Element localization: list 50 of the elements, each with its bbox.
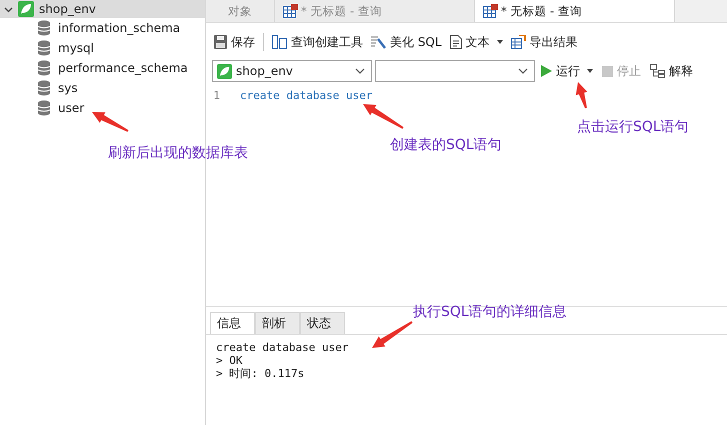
export-table-icon bbox=[510, 35, 526, 49]
annotation-text: 执行SQL语句的详细信息 bbox=[413, 303, 567, 321]
annotation-text: 点击运行SQL语句 bbox=[577, 118, 689, 136]
sql-code: create database user bbox=[240, 88, 372, 102]
document-icon bbox=[450, 35, 462, 49]
message-line: > OK bbox=[216, 354, 244, 367]
database-icon bbox=[37, 40, 51, 56]
toolbar-button[interactable]: 美化 SQL bbox=[369, 31, 444, 53]
line-number: 1 bbox=[212, 88, 221, 102]
toolbar-button[interactable]: 保存 bbox=[212, 31, 257, 53]
toolbar-button[interactable]: 导出结果 bbox=[508, 31, 580, 53]
chevron-down-icon bbox=[355, 68, 365, 74]
table-icon bbox=[483, 4, 498, 18]
toolbar-button[interactable]: 文本 bbox=[448, 31, 505, 53]
result-tab[interactable]: 信息 bbox=[210, 312, 255, 334]
database-icon bbox=[37, 80, 51, 96]
annotation-text: 刷新后出现的数据库表 bbox=[108, 144, 248, 162]
expand-chevron-icon[interactable] bbox=[4, 4, 13, 14]
result-tab[interactable]: 剖析 bbox=[255, 312, 300, 334]
annotation-arrow bbox=[576, 82, 588, 108]
toolbar-button[interactable]: 查询创建工具 bbox=[270, 31, 365, 53]
caret-icon bbox=[496, 40, 503, 44]
annotation-arrow bbox=[363, 104, 404, 129]
editor-tab[interactable]: * 无标题 - 查询 bbox=[475, 0, 675, 22]
chevron-down-icon bbox=[518, 68, 528, 74]
result-tab[interactable]: 状态 bbox=[300, 312, 345, 334]
database-icon bbox=[37, 100, 51, 116]
database-name[interactable]: user bbox=[58, 101, 84, 115]
database-name[interactable]: mysql bbox=[58, 41, 94, 55]
database-name[interactable]: sys bbox=[58, 81, 78, 95]
play-icon bbox=[541, 65, 552, 77]
database-icon bbox=[37, 60, 51, 76]
caret-icon bbox=[587, 69, 593, 73]
panel-icon bbox=[272, 35, 287, 49]
annotation-arrow bbox=[372, 321, 413, 348]
database-name[interactable]: information_schema bbox=[58, 21, 180, 35]
explain-button[interactable]: 解释 bbox=[647, 60, 696, 82]
table-icon bbox=[283, 4, 298, 18]
message-line: > 时间: 0.117s bbox=[216, 367, 306, 380]
stop-icon bbox=[602, 66, 613, 76]
leaf-icon bbox=[217, 64, 232, 78]
annotation-text: 创建表的SQL语句 bbox=[390, 136, 502, 154]
database-name[interactable]: performance_schema bbox=[58, 61, 188, 75]
database-select[interactable]: shop_env bbox=[212, 60, 372, 82]
message-line: create database user bbox=[216, 341, 350, 354]
database-icon bbox=[37, 20, 51, 36]
explain-icon bbox=[650, 64, 665, 78]
run-button[interactable]: 运行 bbox=[538, 60, 596, 82]
wand-lines-icon bbox=[371, 35, 386, 49]
annotation-arrow bbox=[92, 112, 128, 132]
